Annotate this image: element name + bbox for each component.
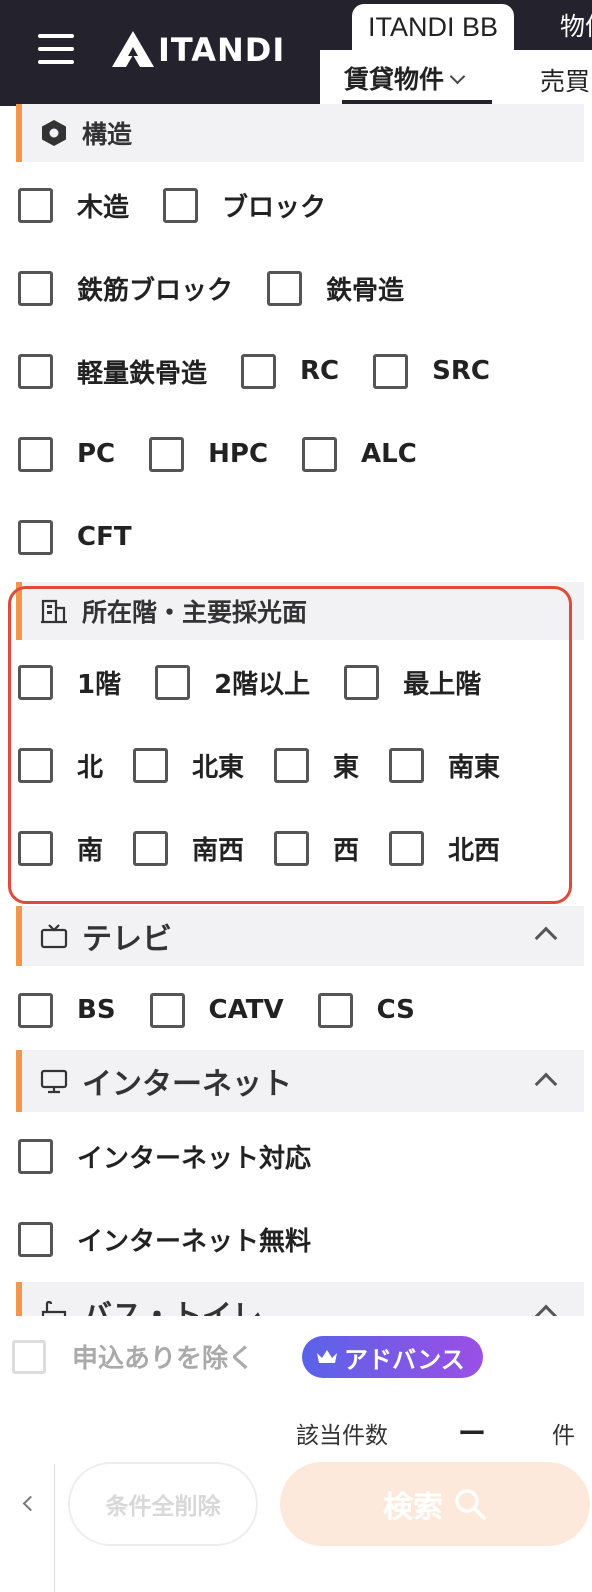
checkbox[interactable] <box>163 187 199 223</box>
search-icon <box>455 1489 486 1520</box>
tab-bukken[interactable]: 物件 <box>560 4 592 50</box>
checkbox-option[interactable]: インターネット対応 <box>18 1138 311 1175</box>
nav-rent-dropdown[interactable]: 賃貸物件 <box>344 60 466 96</box>
checkbox[interactable] <box>373 353 409 389</box>
section-title: インターネット <box>82 1067 292 1102</box>
option-label: PC <box>77 439 116 469</box>
section-header-internet[interactable]: インターネット <box>16 1050 584 1112</box>
badge-label: アドバンス <box>344 1345 465 1374</box>
structure-row-4: PC HPC ALC <box>18 434 441 474</box>
tv-icon <box>40 922 68 950</box>
checkbox[interactable] <box>18 353 53 389</box>
checkbox-option[interactable]: BS <box>18 992 116 1028</box>
checkbox[interactable] <box>317 992 353 1028</box>
option-label: 鉄筋ブロック <box>77 275 234 306</box>
checkbox[interactable] <box>18 519 53 555</box>
exclude-label: 申込ありを除く <box>72 1344 255 1374</box>
checkbox[interactable] <box>18 992 53 1028</box>
checkbox[interactable] <box>302 436 338 472</box>
section-title: テレビ <box>82 922 172 957</box>
chevron-up-icon[interactable] <box>534 926 558 950</box>
checkbox-option[interactable]: CS <box>317 992 415 1028</box>
checkbox-option[interactable]: PC <box>18 436 116 472</box>
option-label: HPC <box>208 439 269 469</box>
option-label: インターネット対応 <box>77 1143 312 1174</box>
structure-row-2: 鉄筋ブロック 鉄骨造 <box>18 268 428 308</box>
option-label: 木造 <box>77 192 130 223</box>
option-label: CS <box>376 995 415 1025</box>
checkbox-option[interactable]: 鉄筋ブロック <box>18 270 233 307</box>
monitor-icon <box>40 1067 68 1095</box>
checkbox[interactable] <box>267 270 303 306</box>
chevron-left-icon[interactable] <box>22 1495 39 1512</box>
checkbox[interactable] <box>149 992 185 1028</box>
checkbox-option[interactable]: インターネット無料 <box>18 1221 311 1258</box>
advance-badge: アドバンス <box>302 1336 483 1378</box>
app-header: ITANDI ITANDI BB 物件 賃貸物件 売買 <box>0 0 592 106</box>
checkbox[interactable] <box>18 187 53 223</box>
section-header-structure[interactable]: 構造 <box>16 104 584 162</box>
checkbox[interactable] <box>18 270 53 306</box>
result-count-value: ー <box>458 1417 487 1450</box>
structure-row-1: 木造 ブロック <box>18 185 350 225</box>
checkbox-option[interactable]: ブロック <box>163 187 326 224</box>
option-label: ブロック <box>222 192 327 223</box>
checkbox-option[interactable]: 木造 <box>18 187 129 224</box>
search-button-label: 検索 <box>383 1490 443 1525</box>
option-label: 鉄骨造 <box>326 275 405 306</box>
option-label: BS <box>77 995 116 1025</box>
sub-navigation: ITANDI BB 物件 賃貸物件 売買 <box>320 0 592 106</box>
chevron-up-icon[interactable] <box>534 1072 558 1096</box>
result-count-label: 該当件数 <box>296 1423 388 1449</box>
chevron-down-icon <box>449 68 466 85</box>
clear-all-button[interactable]: 条件全削除 <box>68 1462 258 1546</box>
crown-icon <box>317 1350 337 1363</box>
checkbox[interactable] <box>241 353 277 389</box>
checkbox-option[interactable]: CATV <box>149 992 284 1028</box>
internet-row-1: インターネット対応 <box>18 1136 335 1176</box>
option-label: RC <box>300 356 340 386</box>
search-button[interactable]: 検索 <box>280 1462 590 1546</box>
checkbox-option[interactable]: 軽量鉄骨造 <box>18 353 207 390</box>
internet-row-2: インターネット無料 <box>18 1219 335 1259</box>
hexagon-icon <box>40 119 68 147</box>
checkbox[interactable] <box>18 436 53 472</box>
option-label: 軽量鉄骨造 <box>77 358 208 389</box>
option-label: CFT <box>77 522 132 552</box>
menu-icon[interactable] <box>38 34 74 68</box>
nav-sale[interactable]: 売買 <box>540 62 590 98</box>
checkbox-option[interactable]: CFT <box>18 519 132 555</box>
logo-mark-icon <box>112 31 154 67</box>
result-count-unit: 件 <box>552 1423 575 1449</box>
option-label: SRC <box>432 356 490 386</box>
exclude-applied-option[interactable]: 申込ありを除く <box>12 1338 254 1375</box>
section-title: 構造 <box>82 120 133 149</box>
option-label: CATV <box>208 995 284 1025</box>
nav-rent-label: 賃貸物件 <box>344 65 445 94</box>
highlight-frame <box>8 586 572 904</box>
structure-row-5: CFT <box>18 517 156 557</box>
section-header-tv[interactable]: テレビ <box>16 906 584 966</box>
tab-itandi-bb[interactable]: ITANDI BB <box>352 4 515 50</box>
tv-row-1: BS CATV CS <box>18 990 439 1030</box>
checkbox[interactable] <box>149 436 185 472</box>
option-label: ALC <box>361 439 417 469</box>
checkbox-option[interactable]: HPC <box>149 436 269 472</box>
checkbox-option[interactable]: ALC <box>302 436 417 472</box>
option-label: インターネット無料 <box>77 1226 312 1257</box>
logo-text: ITANDI <box>158 31 286 69</box>
search-footer: 申込ありを除く アドバンス 該当件数 ー 件 条件全削除 検索 <box>0 1316 592 1592</box>
checkbox[interactable] <box>18 1221 53 1257</box>
checkbox[interactable] <box>12 1339 46 1374</box>
checkbox-option[interactable]: SRC <box>373 353 490 389</box>
structure-row-3: 軽量鉄骨造 RC SRC <box>18 351 514 391</box>
checkbox-option[interactable]: RC <box>241 353 340 389</box>
itandi-logo[interactable]: ITANDI <box>110 28 285 72</box>
checkbox[interactable] <box>18 1138 53 1174</box>
checkbox-option[interactable]: 鉄骨造 <box>267 270 404 307</box>
divider <box>54 1464 55 1592</box>
